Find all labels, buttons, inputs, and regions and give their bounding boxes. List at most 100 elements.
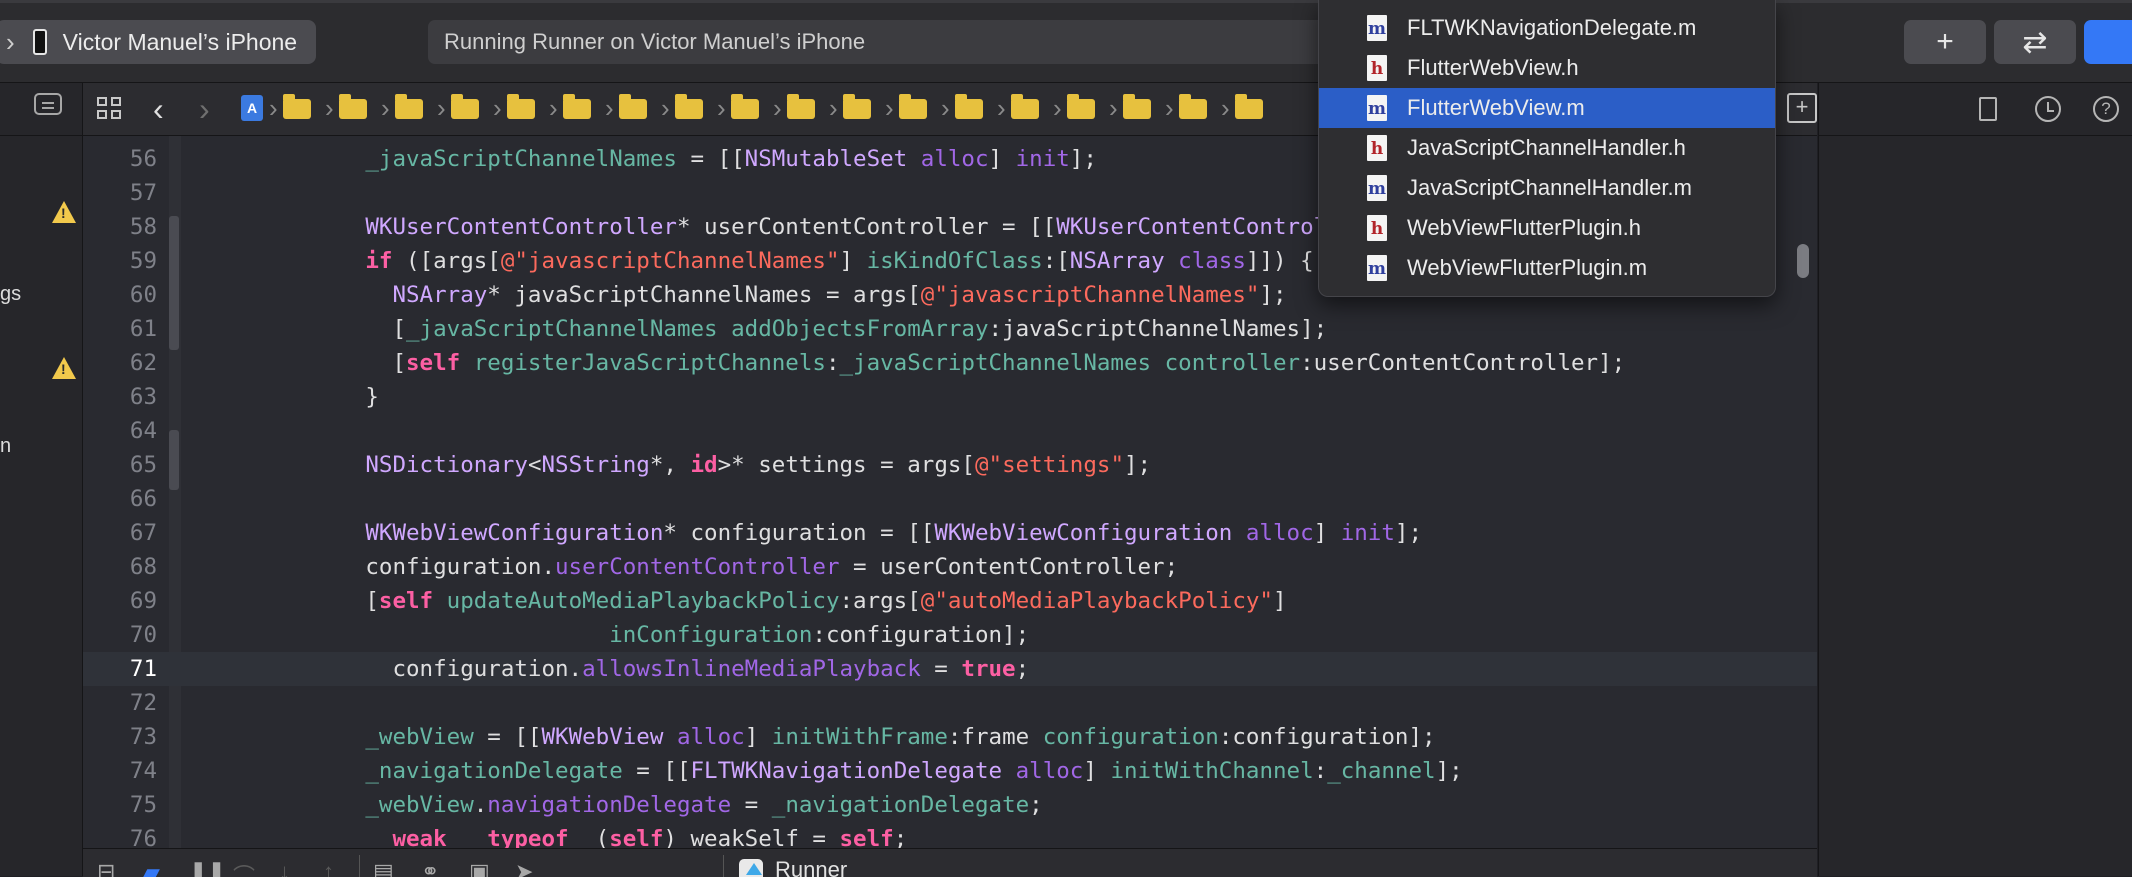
navigator-item-fragment[interactable]: gs xyxy=(0,283,21,306)
add-editor-icon[interactable]: + xyxy=(1787,93,1817,123)
code-token: WKWebView xyxy=(541,724,664,750)
code-token: configuration xyxy=(1042,724,1219,750)
menu-item-file[interactable]: m FLTWKNavigationDelegate.m xyxy=(1319,8,1775,48)
folder-icon[interactable] xyxy=(563,94,591,119)
breadcrumb-separator: › xyxy=(1221,93,1230,123)
step-into-icon[interactable]: ↓ xyxy=(279,859,290,877)
code-token: if xyxy=(365,248,393,274)
warning-icon[interactable]: ! xyxy=(52,357,76,379)
code-line[interactable]: 64 xyxy=(83,414,1817,448)
folder-icon[interactable] xyxy=(955,94,983,119)
related-files-menu: m FLTWKNavigationDelegate.m h FlutterWebVie… xyxy=(1318,0,1776,297)
code-line[interactable]: 71 configuration.allowsInlineMediaPlayba… xyxy=(83,652,1817,686)
related-items-grid-icon[interactable] xyxy=(97,97,123,121)
code-line[interactable]: 62 [self registerJavaScriptChannels:_jav… xyxy=(83,346,1817,380)
comment-icon[interactable] xyxy=(34,93,62,115)
folder-icon[interactable] xyxy=(731,94,759,119)
swap-arrows-icon: ⇄ xyxy=(2022,25,2048,59)
folder-icon[interactable] xyxy=(787,94,815,119)
folder-icon[interactable] xyxy=(507,94,535,119)
folder-icon[interactable] xyxy=(1235,94,1263,119)
code-token: ]; xyxy=(1124,452,1152,478)
breakpoints-icon[interactable]: ▰ xyxy=(143,859,160,877)
hide-debug-area-icon[interactable]: ⊟ xyxy=(97,859,115,877)
history-inspector-icon[interactable] xyxy=(2035,96,2061,122)
code-token: self xyxy=(609,826,664,848)
debug-bar: ⊟ ▰ ❚❚ ⌒ ↓ ↑ ▤ ⚭ ▣ ➤ Runner xyxy=(83,848,1817,877)
folder-icon[interactable] xyxy=(619,94,647,119)
folder-icon[interactable] xyxy=(899,94,927,119)
issue-navigator: ! gs ! n xyxy=(0,83,83,876)
forward-arrow-icon[interactable]: › xyxy=(199,91,210,128)
menu-item-file[interactable]: m FlutterWebView.m xyxy=(1319,88,1775,128)
folder-icon[interactable] xyxy=(283,94,311,119)
menu-item-file[interactable]: h WebViewFlutterPlugin.h xyxy=(1319,208,1775,248)
folder-icon[interactable] xyxy=(843,94,871,119)
code-token: ] xyxy=(1083,758,1111,784)
code-token: class xyxy=(1178,248,1246,274)
breadcrumb-separator: › xyxy=(605,93,614,123)
file-inspector-icon[interactable] xyxy=(1979,97,1997,121)
menu-item-file[interactable]: h JavaScriptChannelHandler.h xyxy=(1319,128,1775,168)
code-line[interactable]: 74 _navigationDelegate = [[FLTWKNavigati… xyxy=(83,754,1817,788)
folder-icon[interactable] xyxy=(451,94,479,119)
code-token: [ xyxy=(257,588,379,614)
folder-icon[interactable] xyxy=(395,94,423,119)
code-token: * userContentController = [[ xyxy=(676,214,1057,240)
line-number: 64 xyxy=(129,418,157,444)
code-line[interactable]: 68 configuration.userContentController =… xyxy=(83,550,1817,584)
memory-graph-icon[interactable]: ⚭ xyxy=(421,859,439,877)
code-text: __weak __typeof__(self) weakSelf = self; xyxy=(257,822,907,848)
device-selector[interactable]: › Victor Manuel’s iPhone xyxy=(0,20,316,64)
code-review-button[interactable]: ⇄ xyxy=(1994,20,2076,64)
code-line[interactable]: 72 xyxy=(83,686,1817,720)
step-over-icon[interactable]: ⌒ xyxy=(233,859,255,877)
code-line[interactable]: 69 [self updateAutoMediaPlaybackPolicy:a… xyxy=(83,584,1817,618)
code-line[interactable]: 67 WKWebViewConfiguration* configuration… xyxy=(83,516,1817,550)
pause-icon[interactable]: ❚❚ xyxy=(189,859,226,877)
menu-item-file[interactable]: m WebViewFlutterPlugin.m xyxy=(1319,248,1775,288)
folder-icon[interactable] xyxy=(1011,94,1039,119)
menu-item-file[interactable]: h FlutterWebView.h xyxy=(1319,48,1775,88)
code-line[interactable]: 75 _webView.navigationDelegate = _naviga… xyxy=(83,788,1817,822)
folder-icon[interactable] xyxy=(1123,94,1151,119)
line-number: 61 xyxy=(129,316,157,342)
xcode-project-icon[interactable]: A xyxy=(241,95,263,121)
code-line[interactable]: 66 xyxy=(83,482,1817,516)
code-token: * configuration = [[ xyxy=(663,520,935,546)
step-out-icon[interactable]: ↑ xyxy=(323,859,334,877)
simulate-location-icon[interactable]: ➤ xyxy=(515,859,533,877)
navigator-item-fragment[interactable]: n xyxy=(0,435,11,458)
warning-icon[interactable]: ! xyxy=(52,201,76,223)
code-token: init xyxy=(1340,520,1395,546)
code-token: . xyxy=(473,792,488,818)
back-arrow-icon[interactable]: ‹ xyxy=(153,91,164,128)
library-button[interactable]: + xyxy=(1904,20,1986,64)
menu-item-file[interactable]: m JavaScriptChannelHandler.m xyxy=(1319,168,1775,208)
view-hierarchy-icon[interactable]: ▤ xyxy=(373,859,394,877)
line-number: 66 xyxy=(129,486,157,512)
code-line[interactable]: 73 _webView = [[WKWebView alloc] initWit… xyxy=(83,720,1817,754)
folder-icon[interactable] xyxy=(1067,94,1095,119)
quick-help-icon[interactable]: ? xyxy=(2093,96,2119,122)
window-toolbar: › Victor Manuel’s iPhone Running Runner … xyxy=(0,0,2132,83)
menu-item-label: WebViewFlutterPlugin.m xyxy=(1407,255,1648,280)
code-token: ([args[ xyxy=(392,248,501,274)
navigator-toggle-button[interactable] xyxy=(2084,20,2132,64)
code-line[interactable]: 76 __weak __typeof__(self) weakSelf = se… xyxy=(83,822,1817,848)
code-line[interactable]: 70 inConfiguration:configuration]; xyxy=(83,618,1817,652)
code-text: _javaScriptChannelNames = [[NSMutableSet… xyxy=(257,142,1097,176)
vertical-scrollbar[interactable] xyxy=(1797,244,1809,278)
code-line[interactable]: 63 } xyxy=(83,380,1817,414)
code-line[interactable]: 65 NSDictionary<NSString*, id>* settings… xyxy=(83,448,1817,482)
debug-target-label[interactable]: Runner xyxy=(775,857,847,877)
code-line[interactable]: 61 [_javaScriptChannelNames addObjectsFr… xyxy=(83,312,1817,346)
folder-icon[interactable] xyxy=(339,94,367,119)
folder-icon[interactable] xyxy=(1179,94,1207,119)
code-token: ; xyxy=(1015,656,1030,682)
environment-overrides-icon[interactable]: ▣ xyxy=(469,859,490,877)
folder-icon[interactable] xyxy=(675,94,703,119)
